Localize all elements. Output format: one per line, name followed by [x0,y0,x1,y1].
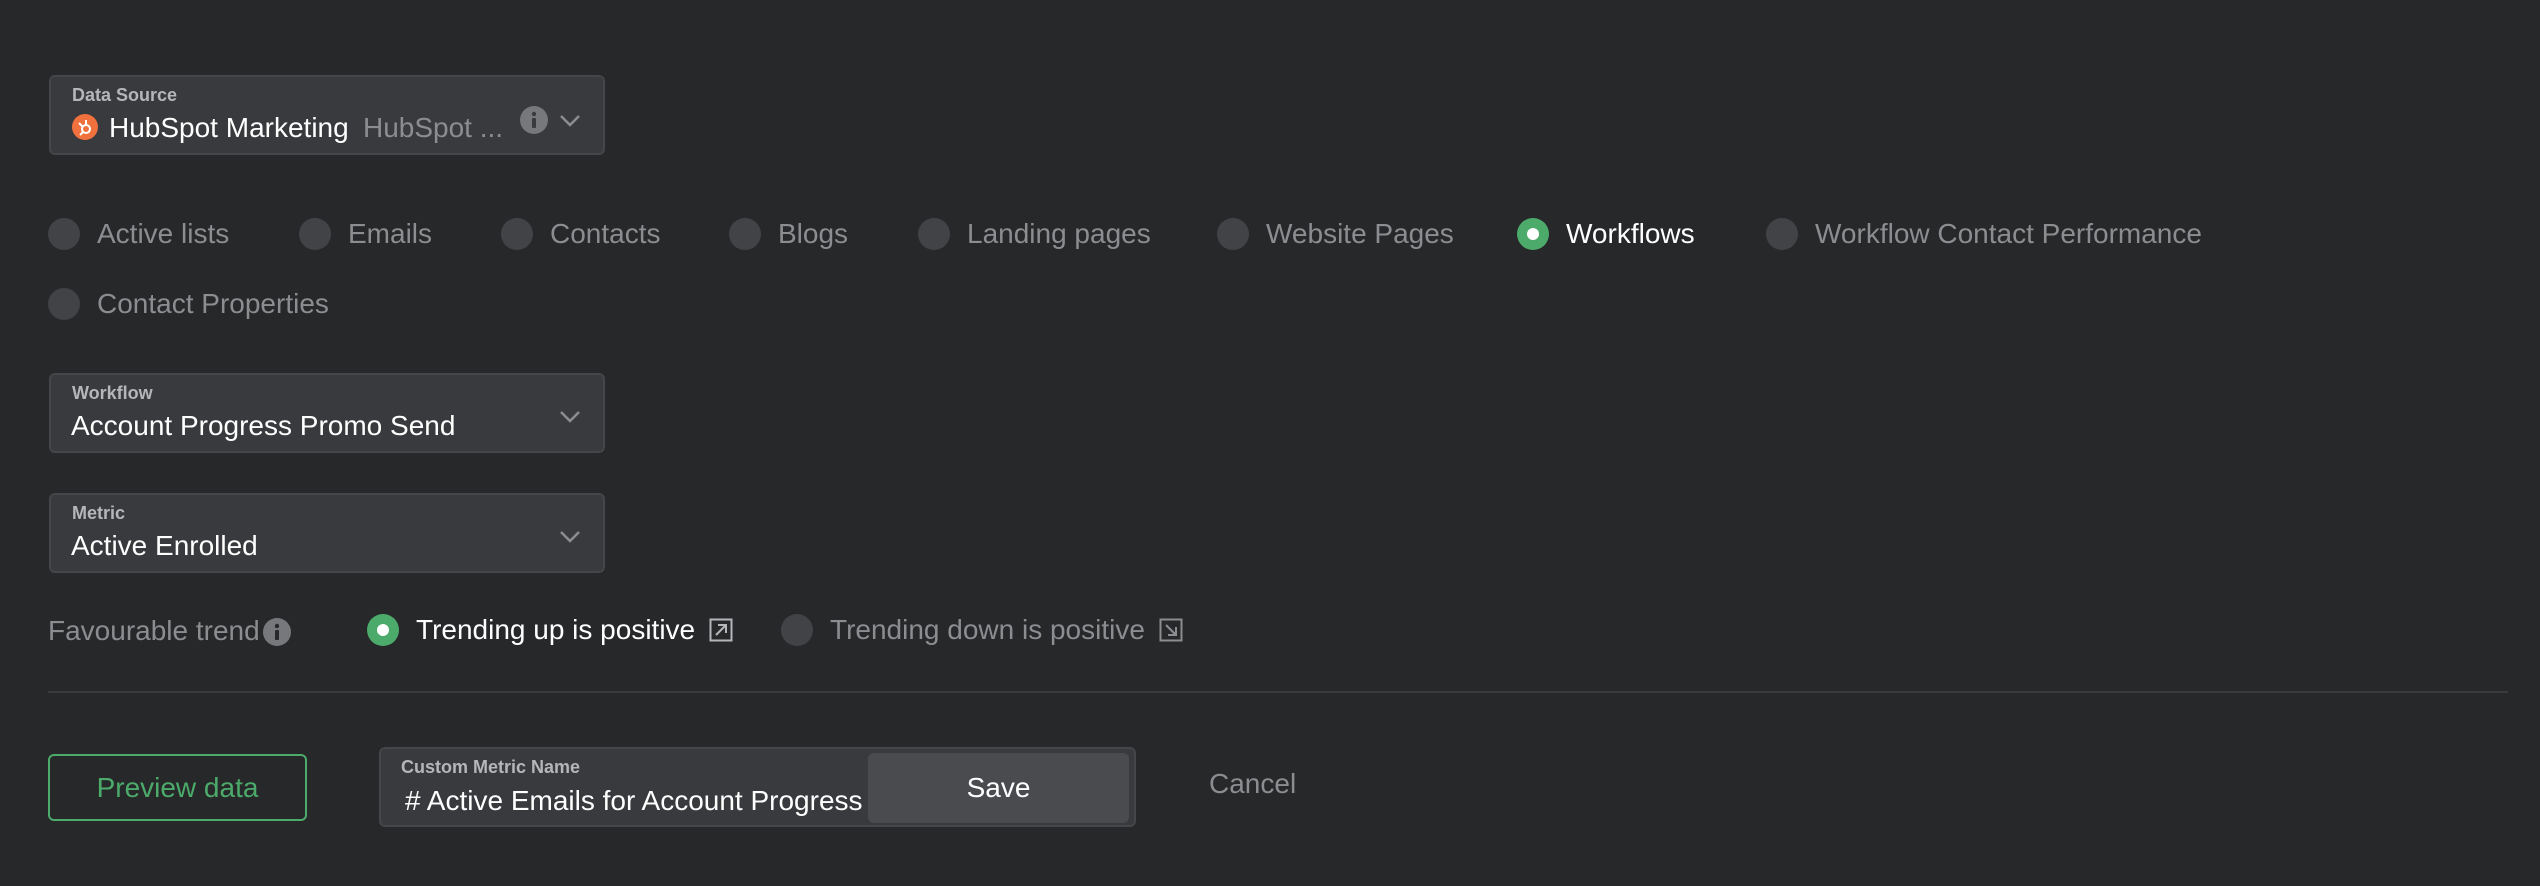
radio-landing-pages[interactable]: Landing pages [918,218,1151,250]
data-source-account: HubSpot ... [363,112,504,143]
radio-trending-down[interactable]: Trending down is positive [781,614,1183,646]
metric-select[interactable]: Metric Active Enrolled [49,493,605,573]
radio-dot [781,614,813,646]
metric-value: Active Enrolled [71,530,258,561]
workflow-value: Account Progress Promo Send [71,410,456,441]
radio-dot [729,218,761,250]
radio-label: Trending down is positive [830,614,1145,645]
data-source-label: Data Source [72,85,178,105]
radio-label: Workflow Contact Performance [1815,218,2202,249]
radio-dot [299,218,331,250]
preview-data-button[interactable]: Preview data [48,754,307,821]
info-icon[interactable] [519,105,549,135]
cancel-button[interactable]: Cancel [1209,768,1296,800]
workflow-select[interactable]: Workflow Account Progress Promo Send [49,373,605,453]
workflow-label: Workflow [72,383,153,403]
radio-label: Active lists [97,218,230,249]
radio-label: Emails [348,218,433,249]
radio-label: Landing pages [967,218,1151,249]
radio-dot-selected [1517,218,1549,250]
radio-active-lists[interactable]: Active lists [48,218,229,250]
divider [48,691,2508,693]
info-icon[interactable] [262,617,292,647]
radio-dot [1217,218,1249,250]
radio-dot [48,288,80,320]
radio-emails[interactable]: Emails [299,218,432,250]
radio-workflows[interactable]: Workflows [1517,218,1695,250]
radio-dot-selected [367,614,399,646]
arrow-up-right-icon [709,618,733,642]
radio-contacts[interactable]: Contacts [501,218,661,250]
radio-label: Workflows [1566,218,1695,249]
data-source-name: HubSpot Marketing [109,112,349,143]
custom-metric-name-label: Custom Metric Name [401,757,581,777]
radio-dot [1766,218,1798,250]
data-source-select[interactable]: Data Source HubSpot Marketing HubSpot ..… [49,75,605,155]
radio-label: Website Pages [1266,218,1454,249]
metric-label: Metric [72,503,126,523]
radio-contact-properties[interactable]: Contact Properties [48,288,329,320]
radio-label: Contacts [550,218,661,249]
radio-label: Contact Properties [97,288,329,319]
radio-trending-up[interactable]: Trending up is positive [367,614,733,646]
radio-blogs[interactable]: Blogs [729,218,848,250]
radio-label: Blogs [778,218,849,249]
radio-dot [918,218,950,250]
save-button[interactable]: Save [868,753,1129,823]
radio-workflow-contact-performance[interactable]: Workflow Contact Performance [1766,218,2202,250]
hubspot-logo-icon [72,114,98,140]
radio-dot [501,218,533,250]
chevron-down-icon[interactable] [557,523,583,549]
radio-label: Trending up is positive [416,614,696,645]
radio-dot [48,218,80,250]
chevron-down-icon[interactable] [557,403,583,429]
favourable-trend-label: Favourable trend [48,615,260,646]
arrow-down-right-icon [1159,618,1183,642]
chevron-down-icon[interactable] [557,107,583,133]
radio-website-pages[interactable]: Website Pages [1217,218,1454,250]
